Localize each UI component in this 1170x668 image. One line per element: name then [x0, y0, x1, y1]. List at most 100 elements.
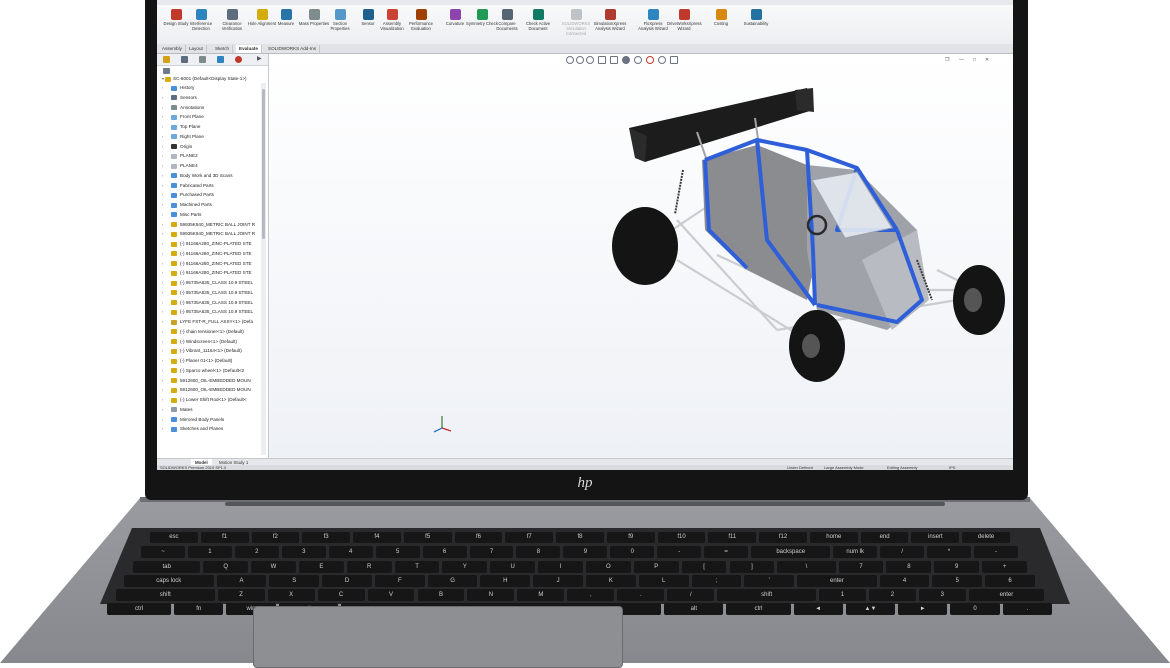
scrollbar-thumb[interactable] — [262, 89, 265, 239]
key[interactable]: shift — [116, 589, 215, 601]
key[interactable]: ctrl — [726, 603, 791, 615]
key[interactable]: 4 — [328, 546, 373, 558]
key[interactable]: E — [298, 561, 344, 573]
key[interactable]: C — [317, 589, 365, 601]
key[interactable]: + — [982, 561, 1027, 573]
expand-icon[interactable]: › — [162, 181, 163, 191]
expand-icon[interactable]: › — [162, 200, 163, 210]
key[interactable]: . — [1002, 603, 1052, 615]
expand-icon[interactable]: › — [162, 405, 163, 415]
key[interactable]: f4 — [353, 532, 401, 543]
key[interactable]: X — [267, 589, 315, 601]
ribbon-button-performance[interactable]: Performance Evaluation — [404, 9, 438, 43]
expand-icon[interactable]: › — [162, 190, 163, 200]
key[interactable]: . — [617, 589, 665, 601]
key[interactable]: 7 — [838, 561, 884, 573]
ribbon-button-driveworks[interactable]: DriveWorksXpress Wizard — [667, 9, 702, 43]
key[interactable]: * — [927, 546, 972, 558]
expand-icon[interactable]: › — [162, 395, 163, 405]
key[interactable]: , — [567, 589, 615, 601]
key[interactable]: enter — [968, 589, 1044, 601]
expand-icon[interactable]: › — [162, 161, 163, 171]
key[interactable]: ▲▼ — [845, 603, 896, 615]
key[interactable]: U — [490, 561, 536, 573]
tree-item[interactable]: › LYFE FST-R_FULL ASSY<1> (Defa — [157, 317, 261, 327]
ribbon-button-sustainability[interactable]: Sustainability — [739, 9, 773, 43]
key[interactable]: Z — [217, 589, 265, 601]
expand-icon[interactable]: › — [162, 385, 163, 395]
key[interactable]: tab — [133, 561, 201, 573]
key[interactable]: f7 — [505, 532, 554, 543]
tree-item[interactable]: › 59935K840_METRIC BALL JOINT R — [157, 229, 261, 239]
key[interactable]: 7 — [469, 546, 514, 558]
ribbon-button-check[interactable]: Check Active Document — [521, 9, 555, 43]
key[interactable]: V — [367, 589, 415, 601]
key[interactable]: f1 — [200, 532, 249, 543]
expand-icon[interactable]: › — [162, 415, 163, 425]
tree-item[interactable]: › (-) Lower Shift Rod<1> (Default< — [157, 395, 261, 405]
tree-item[interactable]: › Origin — [157, 142, 261, 152]
key[interactable]: alt — [664, 603, 724, 615]
key[interactable]: ; — [691, 575, 742, 587]
ribbon-button-floxpress[interactable]: FloXpress Analysis Wizard — [636, 9, 670, 43]
tree-item[interactable]: › Fabricated Parts — [157, 181, 261, 191]
key[interactable]: f12 — [759, 532, 807, 543]
key[interactable]: 0 — [610, 546, 655, 558]
expand-icon[interactable]: › — [162, 210, 163, 220]
key[interactable]: M — [517, 589, 565, 601]
tree-item[interactable]: › Annotations — [157, 103, 261, 113]
expand-icon[interactable]: › — [162, 229, 163, 239]
expand-icon[interactable]: › — [162, 103, 163, 113]
expand-icon[interactable]: › — [162, 112, 163, 122]
expand-icon[interactable]: › — [162, 142, 163, 152]
key[interactable]: end — [860, 532, 909, 543]
tab-layout[interactable]: Layout — [186, 45, 207, 53]
tree-item[interactable]: › 5912600_OIL-EMBEDDED MOUN — [157, 376, 261, 386]
tab-assembly[interactable]: Assembly — [159, 45, 186, 53]
key[interactable]: I — [538, 561, 583, 573]
key[interactable]: D — [322, 575, 372, 587]
key[interactable]: 2 — [234, 546, 279, 558]
key[interactable]: 5 — [932, 575, 983, 587]
tree-item[interactable]: › PLANE4 — [157, 161, 261, 171]
tree-item[interactable]: › PLANE2 — [157, 151, 261, 161]
tree-item[interactable]: › History — [157, 83, 261, 93]
expand-icon[interactable]: › — [162, 171, 163, 181]
expand-icon[interactable]: › — [162, 83, 163, 93]
tree-item[interactable]: › Body Work and 3D Scans — [157, 171, 261, 181]
expand-icon[interactable]: › — [162, 259, 163, 269]
key[interactable]: insert — [911, 532, 960, 543]
key[interactable]: 1 — [818, 589, 866, 601]
status-units[interactable]: IPS — [949, 465, 955, 470]
key[interactable]: / — [880, 546, 925, 558]
key[interactable]: caps lock — [124, 575, 214, 587]
expand-icon[interactable]: › — [162, 268, 163, 278]
key[interactable]: / — [667, 589, 715, 601]
key[interactable]: 4 — [879, 575, 930, 587]
expand-icon[interactable]: › — [162, 424, 163, 434]
ribbon-button-simulation[interactable]: SOLIDWORKS Simulation Connected — [559, 9, 593, 43]
key[interactable]: J — [533, 575, 583, 587]
tree-item[interactable]: › (-) chain tensioner<1> (Default) — [157, 327, 261, 337]
key[interactable]: 8 — [516, 546, 561, 558]
key[interactable]: num lk — [833, 546, 878, 558]
tree-item[interactable]: › Mates — [157, 405, 261, 415]
key[interactable]: 0 — [950, 603, 1000, 615]
key[interactable]: W — [251, 561, 296, 573]
dimxpert-tab-icon[interactable] — [217, 56, 224, 63]
trackpad[interactable] — [253, 606, 623, 668]
tree-item[interactable]: › (-) 95735A635_CLASS 10.9 STEEL — [157, 288, 261, 298]
key[interactable]: 3 — [281, 546, 326, 558]
key[interactable]: R — [346, 561, 392, 573]
key[interactable]: f3 — [302, 532, 351, 543]
expand-icon[interactable]: › — [162, 151, 163, 161]
key[interactable]: ' — [744, 575, 795, 587]
tree-scrollbar[interactable] — [261, 83, 266, 455]
key[interactable]: 9 — [563, 546, 608, 558]
property-manager-tab-icon[interactable] — [181, 56, 188, 63]
key[interactable]: 5 — [375, 546, 420, 558]
key[interactable]: A — [216, 575, 267, 587]
tree-item[interactable]: › Right Plane — [157, 132, 261, 142]
key[interactable]: ~ — [141, 546, 185, 558]
tree-item[interactable]: › (-) Vibrant_11164<1> (Default) — [157, 346, 261, 356]
